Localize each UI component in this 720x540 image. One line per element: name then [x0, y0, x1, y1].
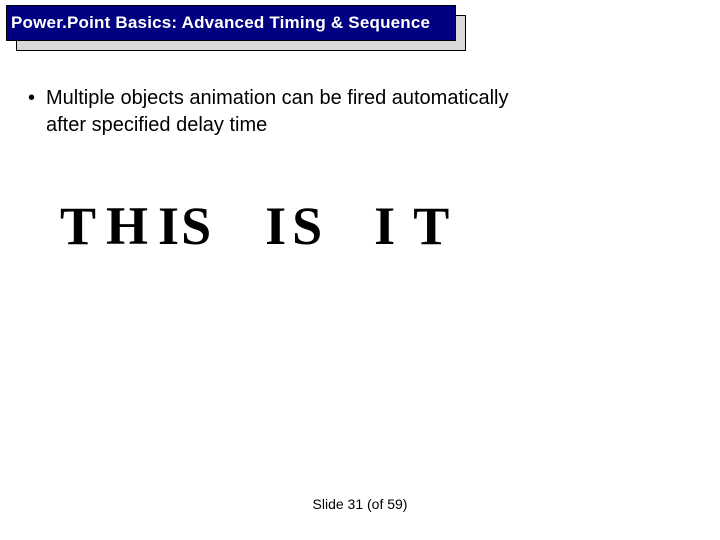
letter-i-3: I: [374, 195, 395, 257]
letter-t: T: [60, 195, 96, 257]
letter-h: H: [106, 195, 148, 257]
bullet-block: • Multiple objects animation can be fire…: [28, 85, 648, 139]
letter-i-2: I: [265, 195, 286, 257]
letter-s-2: S: [292, 195, 322, 257]
animated-letters: THISISIT: [60, 195, 449, 257]
letter-t-2: T: [413, 195, 449, 257]
letter-i: I: [158, 195, 179, 257]
slide-title: Power.Point Basics: Advanced Timing & Se…: [6, 5, 456, 41]
letter-s: S: [181, 195, 211, 257]
bullet-marker: •: [28, 85, 46, 112]
slide: Power.Point Basics: Advanced Timing & Se…: [0, 0, 720, 540]
slide-footer: Slide 31 (of 59): [0, 496, 720, 512]
bullet-indent: [28, 112, 46, 139]
bullet-text-line1: Multiple objects animation can be fired …: [46, 85, 648, 112]
bullet-text-line2: after specified delay time: [46, 112, 648, 139]
